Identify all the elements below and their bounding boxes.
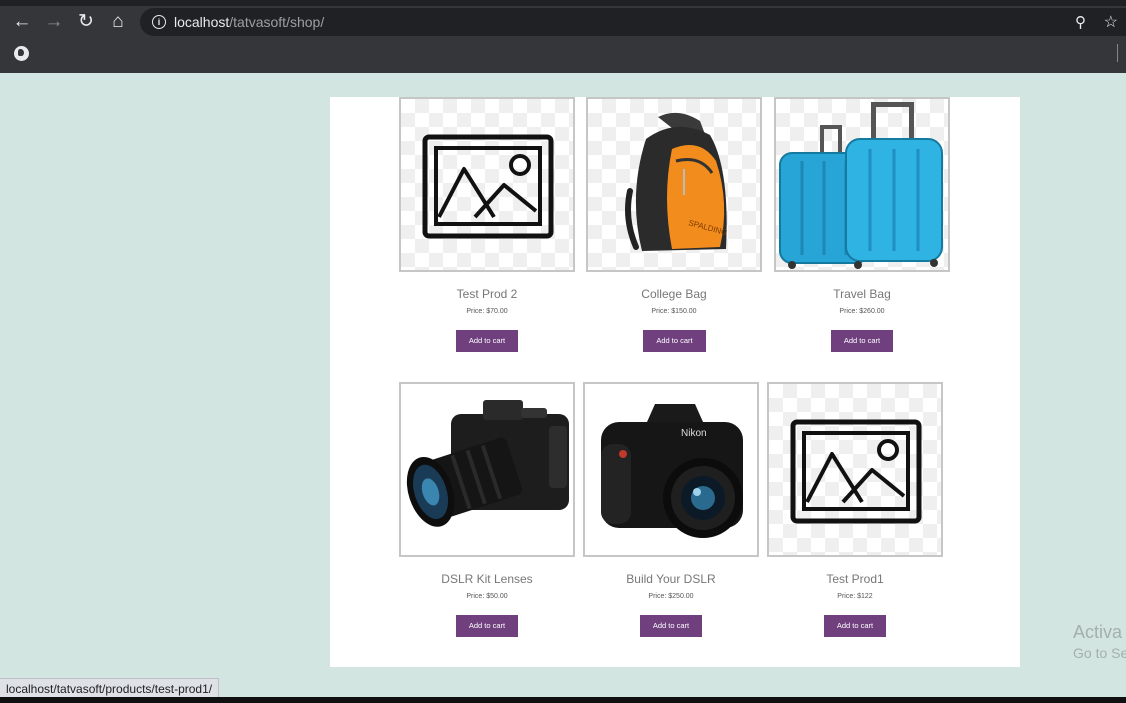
- product-price: Price: $50.00: [466, 593, 508, 600]
- product-image[interactable]: Nikon: [583, 382, 759, 557]
- add-to-cart-button[interactable]: Add to cart: [824, 615, 886, 637]
- star-icon[interactable]: ☆: [1104, 12, 1118, 32]
- activation-watermark: Activa Go to Se: [1073, 622, 1126, 661]
- product-name[interactable]: DSLR Kit Lenses: [399, 572, 575, 586]
- tab-strip: [0, 0, 1126, 6]
- url-text[interactable]: localhost/tatvasoft/shop/: [174, 14, 324, 30]
- dslr-camera-image: [406, 400, 569, 527]
- zoom-icon[interactable]: ⚲: [1075, 13, 1086, 31]
- product-price: Price: $122: [837, 593, 873, 600]
- nikon-camera-image: Nikon: [601, 404, 743, 538]
- add-to-cart-button[interactable]: Add to cart: [456, 330, 518, 352]
- product-grid: Test Prod 2 Price: $70.00 Add to cart SP…: [330, 97, 1020, 667]
- product-name[interactable]: Test Prod1: [767, 572, 943, 586]
- url-path: /tatvasoft/shop/: [229, 14, 325, 30]
- product-price: Price: $150.00: [651, 308, 697, 315]
- add-to-cart-button[interactable]: Add to cart: [643, 330, 706, 352]
- placeholder-image-icon: [422, 134, 554, 239]
- watermark-line-2: Go to Se: [1073, 645, 1126, 661]
- product-price: Price: $70.00: [466, 308, 508, 315]
- reload-icon[interactable]: ↻: [75, 11, 97, 33]
- taskbar: [0, 697, 1126, 703]
- product-name[interactable]: Travel Bag: [774, 287, 950, 301]
- forward-arrow-icon[interactable]: →: [43, 11, 65, 33]
- svg-text:Nikon: Nikon: [681, 428, 707, 439]
- product-price: Price: $260.00: [839, 308, 885, 315]
- back-arrow-icon[interactable]: ←: [11, 11, 33, 33]
- address-bar[interactable]: i localhost/tatvasoft/shop/ ⚲ ☆: [140, 8, 1126, 36]
- placeholder-image-icon: [790, 419, 922, 524]
- home-icon[interactable]: ⌂: [107, 11, 129, 33]
- info-icon[interactable]: i: [152, 15, 166, 29]
- backpack-image: SPALDING: [625, 112, 728, 251]
- browser-toolbar: ← → ↻ ⌂ i localhost/tatvasoft/shop/ ⚲ ☆: [0, 0, 1126, 73]
- toolbar-divider: [1117, 44, 1118, 62]
- add-to-cart-button[interactable]: Add to cart: [831, 330, 893, 352]
- globe-icon[interactable]: [14, 46, 29, 61]
- product-name[interactable]: Build Your DSLR: [583, 572, 759, 586]
- add-to-cart-button[interactable]: Add to cart: [456, 615, 518, 637]
- product-price: Price: $250.00: [648, 593, 694, 600]
- add-to-cart-button[interactable]: Add to cart: [640, 615, 702, 637]
- product-name[interactable]: College Bag: [586, 287, 762, 301]
- product-image[interactable]: [767, 382, 943, 557]
- watermark-line-1: Activa: [1073, 622, 1123, 642]
- product-image[interactable]: [399, 382, 575, 557]
- product-image[interactable]: [774, 97, 950, 272]
- product-name[interactable]: Test Prod 2: [399, 287, 575, 301]
- product-image[interactable]: [399, 97, 575, 272]
- suitcases-image: [779, 102, 943, 269]
- product-image[interactable]: SPALDING: [586, 97, 762, 272]
- url-host: localhost: [174, 14, 230, 30]
